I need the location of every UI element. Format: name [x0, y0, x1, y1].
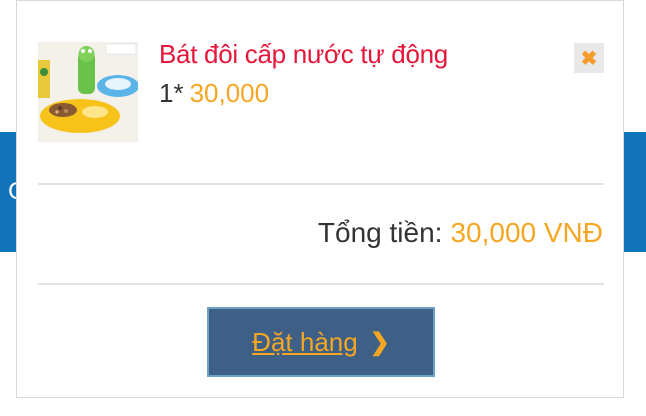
chevron-right-icon: ❯: [369, 328, 390, 356]
remove-item-button[interactable]: ✖: [574, 43, 604, 73]
total-value: 30,000 VNĐ: [450, 217, 603, 248]
unit-price: 30,000: [189, 78, 270, 108]
total-row: Tổng tiền: 30,000 VNĐ: [318, 217, 603, 249]
place-order-label: Đặt hàng: [252, 326, 358, 357]
cart-popup: Bát đôi cấp nước tự động 1* 30,000 ✖ Tổng…: [16, 0, 624, 398]
divider: [38, 283, 604, 285]
close-icon: ✖: [580, 47, 598, 70]
place-order-button[interactable]: Đặt hàng ❯: [207, 307, 435, 377]
quantity-price-line: 1* 30,000: [159, 78, 269, 109]
quantity-label: 1*: [159, 78, 184, 108]
total-label: Tổng tiền:: [317, 217, 443, 248]
divider: [38, 183, 604, 185]
pet-bowl-icon: [38, 42, 139, 142]
product-thumbnail[interactable]: [38, 42, 139, 142]
product-name[interactable]: Bát đôi cấp nước tự động: [159, 39, 448, 70]
